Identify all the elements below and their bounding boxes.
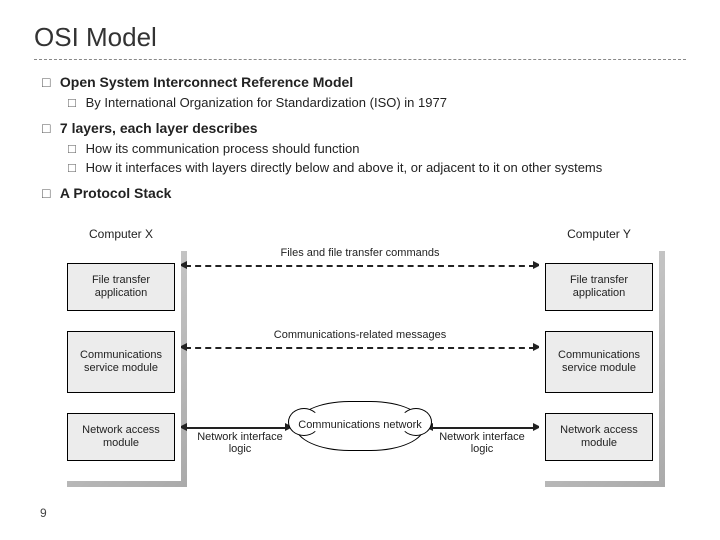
- layer-box: Network access module: [67, 413, 175, 461]
- stack-right: Computer Y File transfer application Com…: [539, 227, 659, 481]
- cloud-label: Communications network: [298, 419, 422, 432]
- slide-title: OSI Model: [34, 22, 686, 60]
- layer-box: File transfer application: [67, 263, 175, 311]
- connection-label: Communications-related messages: [250, 329, 470, 341]
- network-cloud: Communications network: [295, 401, 425, 451]
- layer-box: File transfer application: [545, 263, 653, 311]
- bullet-text: 7 layers, each layer describes: [60, 120, 684, 136]
- sub-bullet-text: How its communication process should fun…: [86, 140, 684, 158]
- interface-label: Network interface logic: [195, 431, 285, 455]
- bullet-text: Open System Interconnect Reference Model: [60, 74, 684, 90]
- square-bullet-icon: □: [68, 94, 82, 112]
- bullet-text: A Protocol Stack: [60, 185, 684, 201]
- dashed-connector: [185, 347, 535, 349]
- bullet-item: □ A Protocol Stack: [42, 185, 686, 201]
- interface-label: Network interface logic: [437, 431, 527, 455]
- dashed-connector: [185, 265, 535, 267]
- square-bullet-icon: □: [68, 159, 82, 177]
- bullet-item: □ 7 layers, each layer describes □ How i…: [42, 120, 686, 177]
- sub-bullet-text: By International Organization for Standa…: [86, 94, 684, 112]
- square-bullet-icon: □: [42, 74, 56, 90]
- sub-bullet-item: □ How it interfaces with layers directly…: [68, 159, 686, 177]
- stack-left: Computer X File transfer application Com…: [61, 227, 181, 481]
- layer-box: Communications service module: [545, 331, 653, 393]
- square-bullet-icon: □: [42, 185, 56, 201]
- layer-box: Network access module: [545, 413, 653, 461]
- stack-label-left: Computer X: [61, 227, 181, 241]
- square-bullet-icon: □: [68, 140, 82, 158]
- sub-bullet-text: How it interfaces with layers directly b…: [86, 159, 684, 177]
- solid-connector: [431, 427, 535, 429]
- connection-label: Files and file transfer commands: [250, 247, 470, 259]
- sub-bullet-item: □ By International Organization for Stan…: [68, 94, 686, 112]
- sub-bullet-item: □ How its communication process should f…: [68, 140, 686, 158]
- layer-box: Communications service module: [67, 331, 175, 393]
- square-bullet-icon: □: [42, 120, 56, 136]
- stack-label-right: Computer Y: [539, 227, 659, 241]
- protocol-stack-diagram: Computer X File transfer application Com…: [61, 209, 659, 489]
- page-number: 9: [40, 506, 47, 520]
- bullet-item: □ Open System Interconnect Reference Mod…: [42, 74, 686, 112]
- solid-connector: [185, 427, 289, 429]
- bullet-list: □ Open System Interconnect Reference Mod…: [34, 74, 686, 201]
